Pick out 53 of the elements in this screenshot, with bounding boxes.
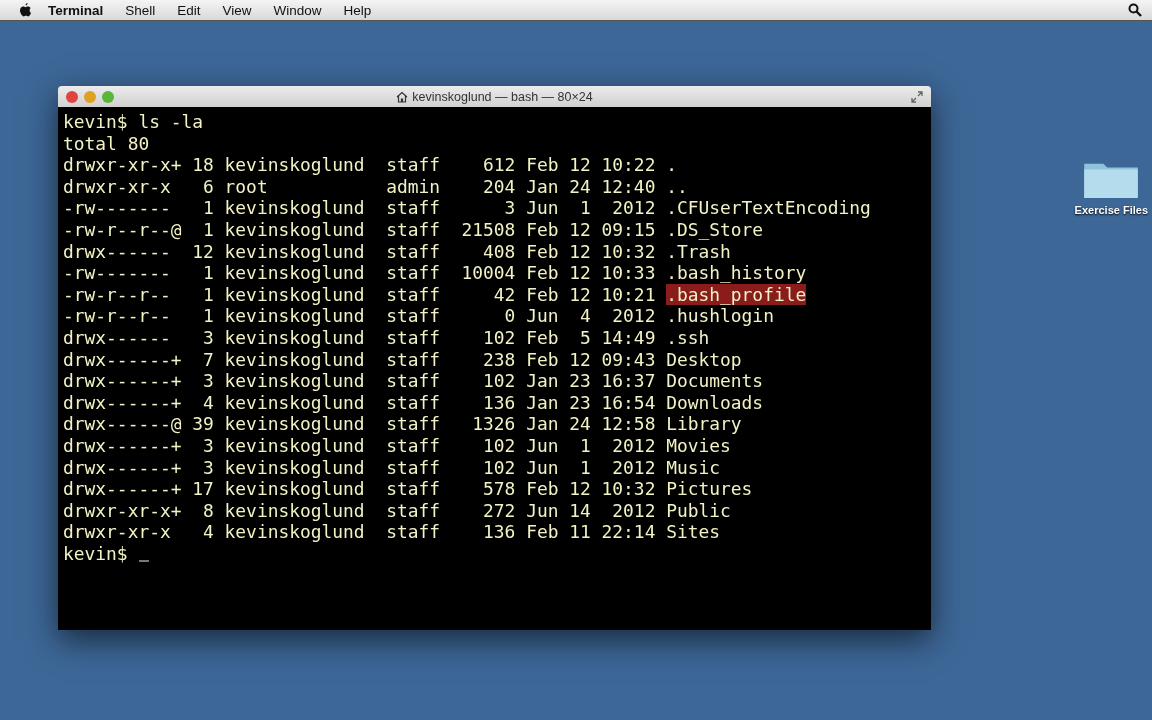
output-line: total 80 [63, 132, 150, 155]
file-name: .bash_history [666, 262, 807, 284]
file-name: .DS_Store [666, 218, 764, 241]
apple-logo-icon[interactable] [18, 2, 32, 18]
file-details: drwx------+ 17 kevinskoglund staff 578 Feb 12 10:32 [63, 478, 657, 500]
file-details: drwx------+ 4 kevinskoglund staff 136 Jan 23 16:54 [63, 391, 657, 414]
file-details: drwx------@ 39 kevinskoglund staff 1326 Jan 24 12:58 [63, 413, 657, 435]
file-details: drwxr-xr-x+ 8 kevinskoglund staff 272 Jun 14 2012 [63, 499, 657, 522]
file-details: -rw------- 1 kevinskoglund staff 10004 Feb 12 10:33 [63, 262, 657, 284]
close-button[interactable] [66, 90, 78, 103]
file-name: .hushlogin [666, 305, 774, 327]
menu-item[interactable]: Terminal [48, 2, 104, 18]
home-icon [396, 90, 409, 103]
file-name: Music [666, 456, 721, 479]
file-name: .Trash [666, 240, 731, 263]
prompt: kevin$ [63, 542, 128, 565]
search-icon[interactable] [1128, 3, 1142, 17]
text-cursor [138, 559, 149, 562]
file-name: . [666, 154, 677, 176]
file-details: drwx------+ 3 kevinskoglund staff 102 Jun 1 2012 [63, 434, 657, 457]
file-details: drwx------ 3 kevinskoglund staff 102 Feb 5 14:49 [63, 326, 657, 349]
menu-item[interactable]: View [222, 2, 252, 18]
file-details: drwxr-xr-x 6 root admin 204 Jan 24 12:40 [63, 175, 657, 198]
menu-item[interactable]: Edit [177, 2, 201, 18]
file-name: Downloads [666, 391, 764, 414]
file-name: .. [666, 175, 688, 198]
file-details: -rw-r--r-- 1 kevinskoglund staff 0 Jun 4 2012 [63, 305, 657, 327]
file-name: Public [666, 499, 731, 522]
file-details: -rw------- 1 kevinskoglund staff 3 Jun 1 2012 [63, 197, 657, 219]
file-name: .bash_profile [666, 283, 807, 306]
file-details: drwx------+ 3 kevinskoglund staff 102 Jan 23 16:37 [63, 370, 657, 392]
file-details: -rw-r--r--@ 1 kevinskoglund staff 21508 Feb 12 09:15 [63, 218, 657, 241]
file-details: drwx------+ 7 kevinskoglund staff 238 Feb 12 09:43 [63, 348, 657, 371]
file-name: Documents [666, 370, 764, 392]
command-line: kevin$ ls -la [63, 111, 204, 133]
file-name: .ssh [666, 326, 710, 349]
file-details: drwxr-xr-x+ 18 kevinskoglund staff 612 Feb 12 10:22 [63, 154, 657, 176]
file-details: drwx------ 12 kevinskoglund staff 408 Feb 12 10:32 [63, 240, 657, 263]
file-name: Pictures [666, 478, 753, 500]
file-name: Library [666, 413, 742, 435]
file-details: -rw-r--r-- 1 kevinskoglund staff 42 Feb 12 10:21 [63, 283, 657, 306]
menu-item[interactable]: Shell [125, 2, 156, 18]
file-details: drwxr-xr-x 4 kevinskoglund staff 136 Feb 11 22:14 [63, 521, 657, 543]
menu-item[interactable]: Window [273, 2, 322, 18]
menu-item[interactable]: Help [343, 2, 372, 18]
fullscreen-icon[interactable] [911, 90, 923, 103]
file-name: .CFUserTextEncoding [666, 197, 871, 219]
file-name: Desktop [666, 348, 742, 371]
window-title: kevinskoglund — bash — 80×24 [412, 89, 593, 104]
file-name: Movies [666, 434, 731, 457]
folder-label[interactable]: Exercise Files [1074, 204, 1148, 216]
file-name: Sites [666, 521, 721, 543]
file-details: drwx------+ 3 kevinskoglund staff 102 Jun 1 2012 [63, 456, 657, 479]
